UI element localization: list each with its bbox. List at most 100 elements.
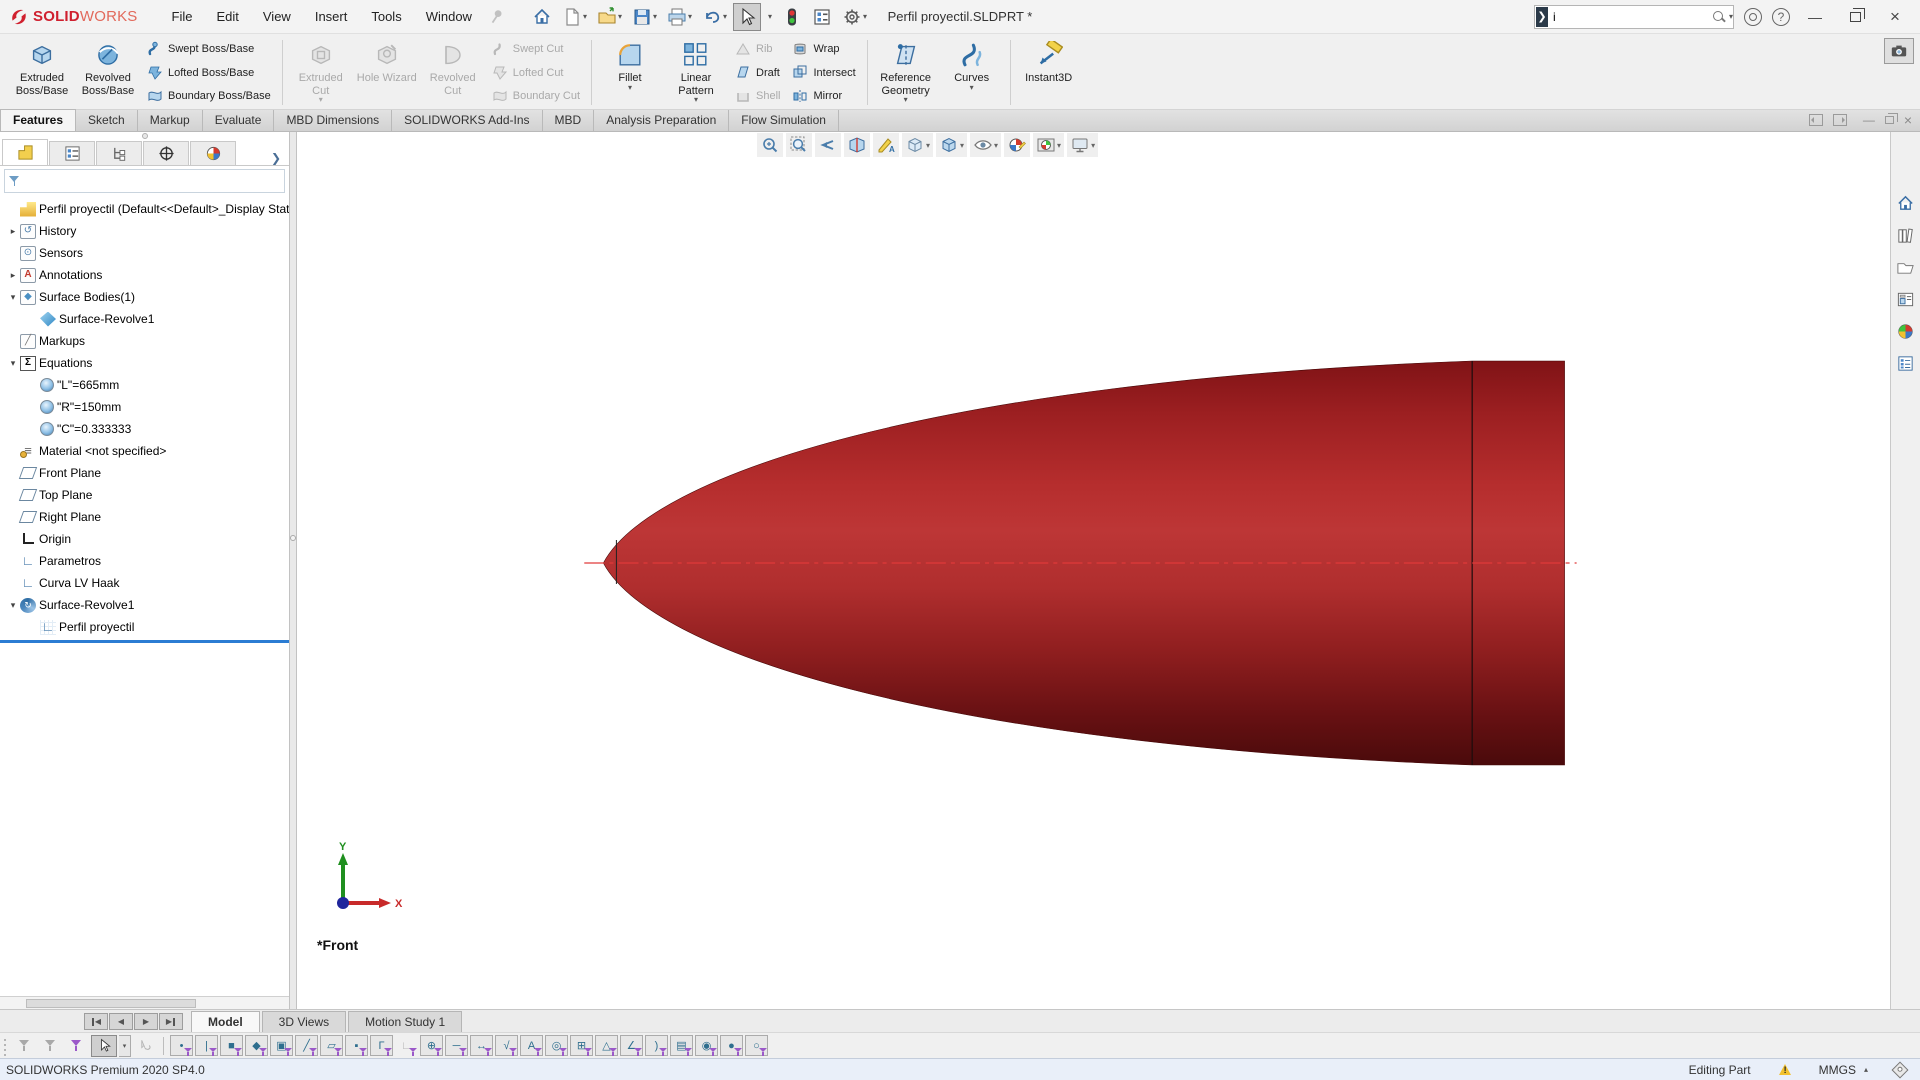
- tab-analysis-preparation[interactable]: Analysis Preparation: [594, 110, 729, 131]
- performance-warning-icon[interactable]: [1777, 1063, 1793, 1077]
- filter-toggle-icon[interactable]: [13, 1035, 37, 1057]
- wrap-button[interactable]: Wrap: [787, 38, 860, 60]
- tab-sketch[interactable]: Sketch: [76, 110, 138, 131]
- home-button[interactable]: [528, 3, 556, 31]
- search-commands-icon[interactable]: ❯: [1536, 7, 1548, 27]
- menu-file[interactable]: File: [160, 2, 205, 31]
- filter-dowel-pins[interactable]: ◉: [695, 1035, 718, 1056]
- zoom-to-area-icon[interactable]: [786, 133, 812, 157]
- help-icon[interactable]: ?: [1772, 8, 1790, 26]
- reference-geometry-button[interactable]: Reference Geometry▾: [874, 36, 938, 109]
- splitter-grip[interactable]: [290, 535, 296, 541]
- options-dropdown[interactable]: ▾: [863, 12, 867, 21]
- view-orientation-icon[interactable]: ▾: [902, 133, 933, 157]
- tree-item-equation-L[interactable]: "L"=665mm: [0, 374, 289, 396]
- expand-arrow[interactable]: [6, 600, 20, 611]
- tree-item-parametros[interactable]: Parametros: [0, 550, 289, 572]
- dimxpertmanager-tab[interactable]: [143, 141, 189, 165]
- tree-item-surface-revolve1-body[interactable]: Surface-Revolve1: [0, 308, 289, 330]
- panel-tabs-overflow-chevron[interactable]: ❯: [265, 151, 287, 165]
- pin-menu-icon[interactable]: [488, 8, 506, 26]
- lasso-select-icon[interactable]: [133, 1035, 157, 1057]
- filter-datums[interactable]: △: [595, 1035, 618, 1056]
- tab-features[interactable]: Features: [0, 109, 76, 131]
- panel-horizontal-scrollbar[interactable]: [0, 996, 289, 1009]
- intersect-button[interactable]: Intersect: [787, 62, 860, 84]
- zoom-to-fit-icon[interactable]: [757, 133, 783, 157]
- design-library-icon[interactable]: [1893, 222, 1919, 248]
- tree-item-material[interactable]: Material <not specified>: [0, 440, 289, 462]
- next-tab-button[interactable]: ▶: [134, 1013, 158, 1030]
- display-style-icon[interactable]: ▾: [936, 133, 967, 157]
- displaymanager-tab[interactable]: [190, 141, 236, 165]
- expand-arrow[interactable]: [6, 358, 20, 369]
- expand-arrow[interactable]: [6, 270, 20, 281]
- minimize-button[interactable]: —: [1800, 4, 1830, 30]
- swept-cut-button[interactable]: Swept Cut: [487, 38, 585, 60]
- revolved-boss-base-button[interactable]: Revolved Boss/Base: [76, 36, 140, 109]
- shell-button[interactable]: Shell: [730, 85, 785, 107]
- doc-tab-3d-views[interactable]: 3D Views: [262, 1011, 346, 1032]
- restore-button[interactable]: [1840, 4, 1870, 30]
- expand-arrow[interactable]: [6, 292, 20, 303]
- tab-solidworks-add-ins[interactable]: SOLIDWORKS Add-Ins: [392, 110, 542, 131]
- search-icon[interactable]: [1712, 10, 1726, 24]
- swept-boss-base-button[interactable]: Swept Boss/Base: [142, 38, 276, 60]
- select-all-filters-icon[interactable]: [65, 1035, 89, 1057]
- print-dropdown[interactable]: ▾: [688, 12, 692, 21]
- filter-balloons[interactable]: ◎: [545, 1035, 568, 1056]
- menu-window[interactable]: Window: [414, 2, 484, 31]
- view-settings-icon[interactable]: ▾: [1067, 133, 1098, 157]
- tab-mbd-dimensions[interactable]: MBD Dimensions: [274, 110, 392, 131]
- file-explorer-icon[interactable]: [1893, 254, 1919, 280]
- tree-item-history[interactable]: History: [0, 220, 289, 242]
- rib-button[interactable]: Rib: [730, 38, 785, 60]
- tree-item-right-plane[interactable]: Right Plane: [0, 506, 289, 528]
- previous-tab-button[interactable]: ◀: [109, 1013, 133, 1030]
- last-tab-button[interactable]: ▶: [159, 1013, 183, 1030]
- print-button[interactable]: ▾: [663, 3, 696, 31]
- undo-button[interactable]: ▾: [698, 3, 731, 31]
- filter-planes[interactable]: ▱: [320, 1035, 343, 1056]
- lofted-boss-base-button[interactable]: Lofted Boss/Base: [142, 62, 276, 84]
- tab-mbd[interactable]: MBD: [543, 110, 595, 131]
- expand-arrow[interactable]: [6, 226, 20, 237]
- apply-scene-icon[interactable]: ▾: [1033, 133, 1064, 157]
- instant3d-button[interactable]: Instant3D: [1017, 36, 1081, 109]
- filter-vertices[interactable]: •: [170, 1035, 193, 1056]
- search-input[interactable]: [1549, 10, 1712, 24]
- edit-appearance-icon[interactable]: [1004, 133, 1030, 157]
- appearances-scenes-icon[interactable]: [1893, 318, 1919, 344]
- doc-minimize-icon[interactable]: —: [1863, 113, 1875, 127]
- close-button[interactable]: ×: [1880, 4, 1910, 30]
- filter-sketches[interactable]: ∟: [395, 1035, 418, 1056]
- tab-evaluate[interactable]: Evaluate: [203, 110, 275, 131]
- options-button[interactable]: ▾: [838, 3, 871, 31]
- menu-insert[interactable]: Insert: [303, 2, 360, 31]
- collapse-left-pane-icon[interactable]: [1809, 114, 1823, 126]
- filter-routing-points[interactable]: ○: [745, 1035, 768, 1056]
- undo-dropdown[interactable]: ▾: [723, 12, 727, 21]
- filter-midpoints[interactable]: ⊕: [420, 1035, 443, 1056]
- file-properties-button[interactable]: [808, 3, 836, 31]
- select-tool-button[interactable]: [733, 3, 761, 31]
- open-button[interactable]: ▾: [593, 3, 626, 31]
- select-dropdown[interactable]: ▾: [763, 3, 776, 31]
- account-icon[interactable]: [1744, 8, 1762, 26]
- tree-filter-field[interactable]: [4, 169, 285, 193]
- fillet-button[interactable]: Fillet▾: [598, 36, 662, 109]
- toolbar-grip[interactable]: [2, 1036, 9, 1056]
- view-palette-icon[interactable]: [1893, 286, 1919, 312]
- tree-item-equation-R[interactable]: "R"=150mm: [0, 396, 289, 418]
- extruded-boss-base-button[interactable]: Extruded Boss/Base: [10, 36, 74, 109]
- tree-item-sensors[interactable]: Sensors: [0, 242, 289, 264]
- filter-solid-bodies[interactable]: ▣: [270, 1035, 293, 1056]
- tab-markup[interactable]: Markup: [138, 110, 203, 131]
- clear-all-filters-icon[interactable]: [39, 1035, 63, 1057]
- tree-item-equation-C[interactable]: "C"=0.333333: [0, 418, 289, 440]
- tree-item-surface-bodies[interactable]: Surface Bodies(1): [0, 286, 289, 308]
- filter-sketch-points[interactable]: ▪: [345, 1035, 368, 1056]
- tree-item-curva-lv-haak[interactable]: Curva LV Haak: [0, 572, 289, 594]
- menu-tools[interactable]: Tools: [359, 2, 413, 31]
- curves-button[interactable]: Curves▾: [940, 36, 1004, 109]
